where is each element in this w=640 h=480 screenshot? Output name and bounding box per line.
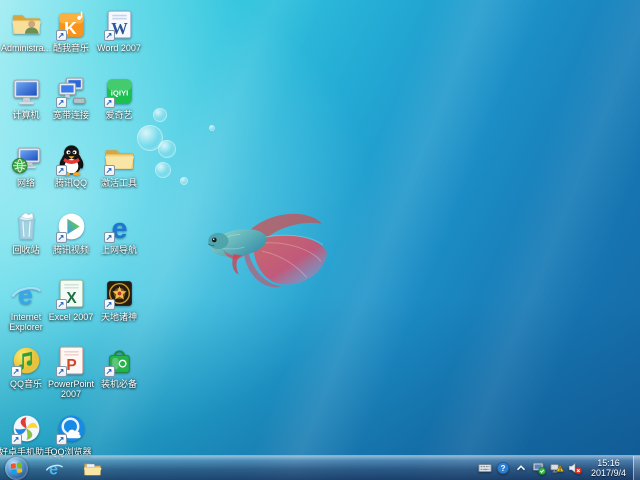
shortcut-arrow-icon: ↗ bbox=[104, 30, 115, 41]
network-icon bbox=[10, 143, 43, 176]
shortcut-arrow-icon: ↗ bbox=[56, 165, 67, 176]
shortcut-arrow-icon: ↗ bbox=[11, 434, 22, 445]
volume-muted-icon[interactable] bbox=[568, 461, 583, 476]
clock-time: 15:16 bbox=[591, 458, 626, 468]
administrator-icon bbox=[10, 8, 43, 41]
desktop-icon-essential-software[interactable]: ↗ 装机必备 bbox=[88, 344, 150, 389]
shortcut-arrow-icon: ↗ bbox=[104, 366, 115, 377]
shortcut-arrow-icon: ↗ bbox=[56, 232, 67, 243]
device-status-ok-icon[interactable] bbox=[532, 461, 547, 476]
shortcut-arrow-icon: ↗ bbox=[56, 30, 67, 41]
desktop-icon-label: 上网导航 bbox=[88, 245, 150, 255]
taskbar-pinned-items bbox=[35, 456, 111, 480]
show-desktop-button[interactable] bbox=[633, 456, 640, 480]
shortcut-arrow-icon: ↗ bbox=[56, 366, 67, 377]
desktop: Administra...↗酷我音乐↗Word 2007计算机↗宽带连接↗爱奇艺… bbox=[0, 0, 640, 480]
shortcut-arrow-icon: ↗ bbox=[104, 299, 115, 310]
desktop-icon-label: 天地诸神 bbox=[88, 312, 150, 322]
pinned-windows-explorer[interactable] bbox=[73, 456, 111, 480]
input-keyboard-icon[interactable] bbox=[478, 461, 493, 476]
start-button[interactable] bbox=[5, 457, 28, 480]
desktop-icon-word-2007[interactable]: ↗ Word 2007 bbox=[88, 8, 150, 53]
bubble bbox=[180, 177, 188, 185]
word-2007-icon: ↗ bbox=[103, 8, 136, 41]
internet-explorer-icon bbox=[10, 277, 43, 310]
shortcut-arrow-icon: ↗ bbox=[11, 366, 22, 377]
betta-fish-wallpaper bbox=[193, 192, 335, 294]
computer-icon bbox=[10, 75, 43, 108]
windows-logo-icon bbox=[10, 462, 23, 475]
tray-icon-group bbox=[478, 461, 583, 476]
desktop-icon-activation-tools[interactable]: ↗ 激活工具 bbox=[88, 143, 150, 188]
tiandi-zhushen-icon: ↗ bbox=[103, 277, 136, 310]
kuwo-music-icon: ↗ bbox=[55, 8, 88, 41]
recycle-bin-icon bbox=[10, 210, 43, 243]
pinned-internet-explorer-icon bbox=[45, 459, 64, 478]
tencent-qq-icon: ↗ bbox=[55, 143, 88, 176]
network-warning-icon[interactable] bbox=[550, 461, 565, 476]
activation-tools-icon: ↗ bbox=[103, 143, 136, 176]
tencent-video-icon: ↗ bbox=[55, 210, 88, 243]
excel-2007-icon: ↗ bbox=[55, 277, 88, 310]
desktop-icon-tiandi-zhushen[interactable]: ↗ 天地诸神 bbox=[88, 277, 150, 322]
desktop-icon-label: 爱奇艺 bbox=[88, 110, 150, 120]
web-navigation-icon: ↗ bbox=[103, 210, 136, 243]
input-help-icon[interactable] bbox=[496, 461, 511, 476]
bubble bbox=[158, 140, 176, 158]
desktop-icon-label: 激活工具 bbox=[88, 178, 150, 188]
bubble bbox=[155, 162, 171, 178]
desktop-icon-qq-browser[interactable]: ↗QQ浏览器 bbox=[40, 412, 102, 457]
broadband-connection-icon: ↗ bbox=[55, 75, 88, 108]
qq-browser-icon: ↗ bbox=[55, 412, 88, 445]
iqiyi-icon: ↗ bbox=[103, 75, 136, 108]
shortcut-arrow-icon: ↗ bbox=[104, 232, 115, 243]
pinned-windows-explorer-icon bbox=[83, 459, 102, 478]
shortcut-arrow-icon: ↗ bbox=[56, 299, 67, 310]
desktop-icon-iqiyi[interactable]: ↗ 爱奇艺 bbox=[88, 75, 150, 120]
show-hidden-icons-icon[interactable] bbox=[514, 461, 529, 476]
system-tray: 15:16 2017/9/4 bbox=[478, 456, 640, 480]
essential-software-icon: ↗ bbox=[103, 344, 136, 377]
pinned-internet-explorer[interactable] bbox=[35, 456, 73, 480]
qq-music-icon: ↗ bbox=[10, 344, 43, 377]
bubble bbox=[209, 125, 215, 131]
shortcut-arrow-icon: ↗ bbox=[104, 165, 115, 176]
desktop-icon-web-navigation[interactable]: ↗ 上网导航 bbox=[88, 210, 150, 255]
desktop-icon-label: 装机必备 bbox=[88, 379, 150, 389]
haozhuo-phone-helper-icon: ↗ bbox=[10, 412, 43, 445]
shortcut-arrow-icon: ↗ bbox=[56, 97, 67, 108]
taskbar-clock[interactable]: 15:16 2017/9/4 bbox=[591, 458, 626, 478]
taskbar: 15:16 2017/9/4 bbox=[0, 455, 640, 480]
clock-date: 2017/9/4 bbox=[591, 468, 626, 478]
powerpoint-2007-icon: ↗ bbox=[55, 344, 88, 377]
bubble bbox=[153, 108, 167, 122]
shortcut-arrow-icon: ↗ bbox=[104, 97, 115, 108]
shortcut-arrow-icon: ↗ bbox=[56, 434, 67, 445]
desktop-icon-label: Word 2007 bbox=[88, 43, 150, 53]
